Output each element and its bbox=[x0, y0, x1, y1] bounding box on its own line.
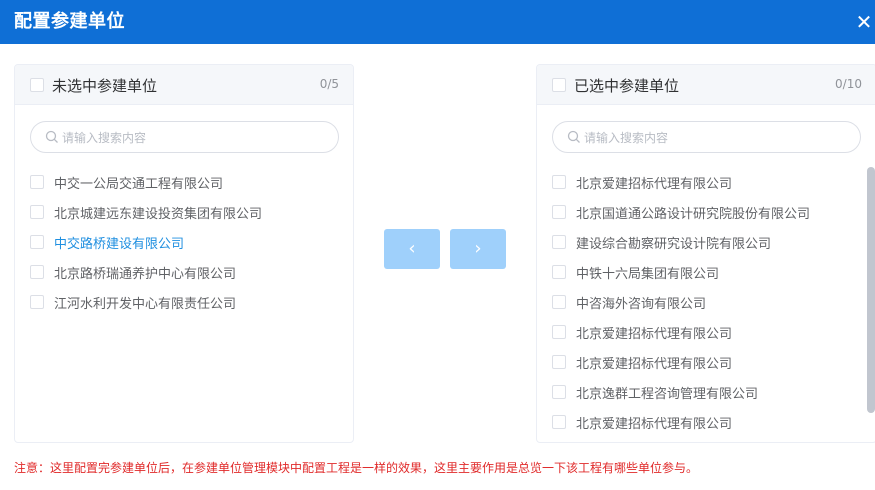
item-checkbox[interactable] bbox=[30, 235, 44, 249]
search-icon bbox=[567, 130, 580, 143]
list-item[interactable]: 北京逸群工程咨询管理有限公司 bbox=[537, 377, 875, 407]
left-search-placeholder: 请输入搜索内容 bbox=[62, 131, 147, 145]
item-label: 北京城建远东建设投资集团有限公司 bbox=[54, 207, 263, 222]
selected-count: 0/10 bbox=[835, 77, 862, 91]
list-item[interactable]: 北京爱建招标代理有限公司 bbox=[537, 167, 875, 197]
selected-panel-header: 已选中参建单位 0/10 bbox=[537, 65, 875, 105]
move-to-right-button[interactable]: › bbox=[450, 229, 506, 269]
right-search-input[interactable]: 请输入搜索内容 bbox=[552, 121, 861, 153]
item-label: 江河水利开发中心有限责任公司 bbox=[54, 297, 237, 312]
item-label: 北京爱建招标代理有限公司 bbox=[576, 177, 733, 192]
item-label: 北京国道通公路设计研究院股份有限公司 bbox=[576, 207, 811, 222]
item-checkbox[interactable] bbox=[30, 205, 44, 219]
list-item[interactable]: 中交路桥建设有限公司 bbox=[15, 227, 353, 257]
item-checkbox[interactable] bbox=[552, 355, 566, 369]
item-checkbox[interactable] bbox=[552, 385, 566, 399]
search-icon bbox=[45, 130, 58, 143]
item-checkbox[interactable] bbox=[552, 415, 566, 429]
item-checkbox[interactable] bbox=[552, 295, 566, 309]
item-label: 北京逸群工程咨询管理有限公司 bbox=[576, 387, 759, 402]
item-label: 中铁十六局集团有限公司 bbox=[576, 267, 720, 282]
unselected-panel: 未选中参建单位 0/5 请输入搜索内容 中交一公局交通工程有限公司 北京城建远东… bbox=[14, 64, 354, 443]
item-label: 北京爱建招标代理有限公司 bbox=[576, 417, 733, 432]
item-label: 北京路桥瑞通养护中心有限公司 bbox=[54, 267, 237, 282]
item-label: 北京爱建招标代理有限公司 bbox=[576, 357, 733, 372]
item-checkbox[interactable] bbox=[552, 205, 566, 219]
item-checkbox[interactable] bbox=[552, 265, 566, 279]
list-item[interactable]: 北京爱建招标代理有限公司 bbox=[537, 407, 875, 437]
unselected-list: 中交一公局交通工程有限公司 北京城建远东建设投资集团有限公司 中交路桥建设有限公… bbox=[15, 167, 353, 317]
right-search-placeholder: 请输入搜索内容 bbox=[584, 131, 669, 145]
item-label: 北京爱建招标代理有限公司 bbox=[576, 327, 733, 342]
list-scrollbar[interactable] bbox=[867, 167, 875, 413]
list-item[interactable]: 中咨海外咨询有限公司 bbox=[537, 287, 875, 317]
select-all-checkbox-left[interactable] bbox=[30, 78, 44, 92]
list-item[interactable]: 江河水利开发中心有限责任公司 bbox=[15, 287, 353, 317]
item-checkbox[interactable] bbox=[30, 295, 44, 309]
unselected-count: 0/5 bbox=[319, 77, 339, 91]
item-label: 中交一公局交通工程有限公司 bbox=[54, 177, 224, 192]
item-label: 中咨海外咨询有限公司 bbox=[576, 297, 707, 312]
list-item[interactable]: 北京路桥瑞通养护中心有限公司 bbox=[15, 257, 353, 287]
item-checkbox[interactable] bbox=[552, 235, 566, 249]
list-item[interactable]: 建设综合勘察研究设计院有限公司 bbox=[537, 227, 875, 257]
list-item[interactable]: 中铁十六局集团有限公司 bbox=[537, 257, 875, 287]
item-checkbox[interactable] bbox=[552, 175, 566, 189]
dialog-header: 配置参建单位 ✕ bbox=[0, 0, 875, 44]
selected-panel-title: 已选中参建单位 bbox=[574, 77, 680, 95]
list-item[interactable]: 中交一公局交通工程有限公司 bbox=[15, 167, 353, 197]
selected-panel: 已选中参建单位 0/10 请输入搜索内容 北京爱建招标代理有限公司 北京国道通公… bbox=[536, 64, 875, 443]
item-checkbox[interactable] bbox=[30, 175, 44, 189]
dialog-title: 配置参建单位 bbox=[14, 11, 125, 32]
select-all-checkbox-right[interactable] bbox=[552, 78, 566, 92]
unselected-panel-title: 未选中参建单位 bbox=[52, 77, 158, 95]
list-item[interactable]: 北京爱建招标代理有限公司 bbox=[537, 347, 875, 377]
item-label: 建设综合勘察研究设计院有限公司 bbox=[576, 237, 772, 252]
item-label: 中交路桥建设有限公司 bbox=[54, 237, 185, 252]
item-checkbox[interactable] bbox=[552, 325, 566, 339]
list-item[interactable]: 北京爱建招标代理有限公司 bbox=[537, 317, 875, 347]
unselected-panel-header: 未选中参建单位 0/5 bbox=[15, 65, 353, 105]
selected-list: 北京爱建招标代理有限公司 北京国道通公路设计研究院股份有限公司 建设综合勘察研究… bbox=[537, 167, 875, 437]
move-to-left-button[interactable]: ‹ bbox=[384, 229, 440, 269]
list-item[interactable]: 北京城建远东建设投资集团有限公司 bbox=[15, 197, 353, 227]
left-search-input[interactable]: 请输入搜索内容 bbox=[30, 121, 339, 153]
list-item[interactable]: 北京国道通公路设计研究院股份有限公司 bbox=[537, 197, 875, 227]
warning-note: 注意：这里配置完参建单位后，在参建单位管理模块中配置工程是一样的效果，这里主要作… bbox=[14, 461, 699, 475]
item-checkbox[interactable] bbox=[30, 265, 44, 279]
close-icon[interactable]: ✕ bbox=[853, 8, 875, 36]
